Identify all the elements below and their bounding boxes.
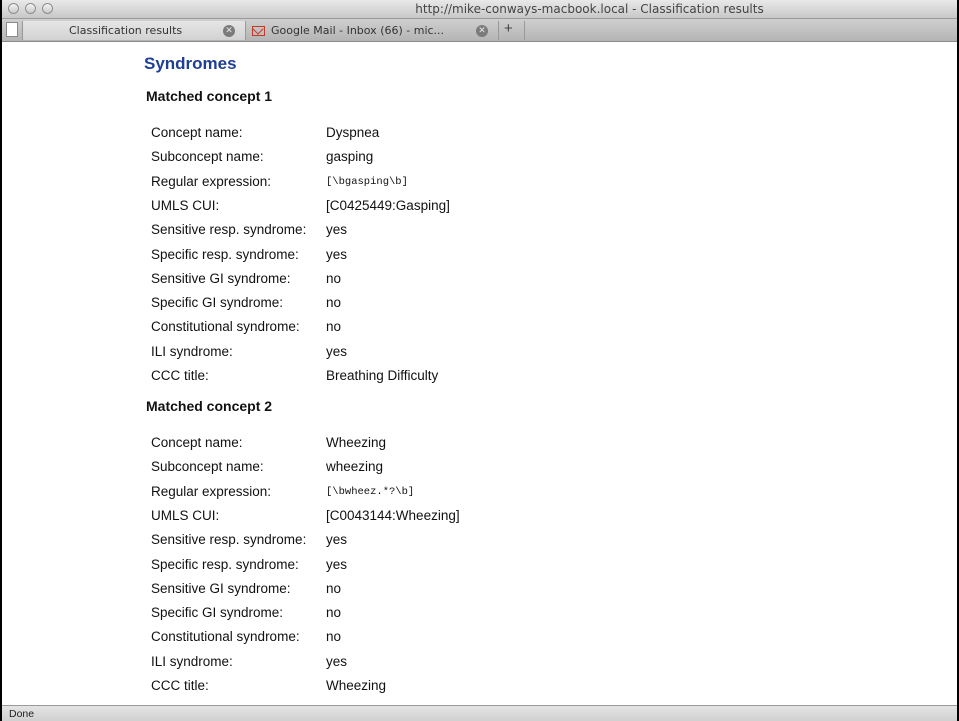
field-value: [\bgasping\b] [326, 175, 408, 188]
field-value: Wheezing [326, 435, 387, 450]
concept-title: Matched concept 2 [146, 398, 273, 414]
page-content: Syndromes Matched concept 1 Concept name:… [2, 42, 957, 705]
browser-window: http://mike-conways-macbook.local - Clas… [2, 0, 957, 721]
field-value: yes [326, 556, 348, 572]
field-label: Sensitive resp. syndrome: [151, 532, 307, 548]
field-label: Subconcept name: [151, 459, 264, 475]
field-label: Sensitive GI syndrome: [151, 580, 291, 596]
field-value: [\bwheez.*?\b] [326, 485, 415, 498]
page-icon [6, 22, 18, 37]
field-value: no [326, 580, 342, 596]
field-value: no [326, 605, 342, 621]
window-title: http://mike-conways-macbook.local - Clas… [415, 2, 764, 16]
field-label: UMLS CUI: [151, 197, 220, 213]
field-value: yes [326, 343, 348, 359]
field-label: CCC title: [151, 368, 209, 383]
tab-divider [498, 21, 499, 40]
field-label: Subconcept name: [151, 149, 264, 165]
field-value: yes [326, 532, 348, 548]
tab-google-mail[interactable]: Google Mail - Inbox (66) - mic... ✕ [246, 21, 498, 40]
field-label: Constitutional syndrome: [151, 629, 300, 645]
field-label: UMLS CUI: [151, 507, 220, 523]
gmail-icon [252, 25, 265, 36]
tab-bar: Classification results ✕ Google Mail - I… [2, 19, 957, 42]
field-label: Regular expression: [151, 173, 272, 189]
field-label: Sensitive GI syndrome: [151, 270, 291, 286]
field-label: Specific resp. syndrome: [151, 246, 299, 262]
field-value: yes [326, 653, 348, 669]
field-value: no [326, 629, 342, 645]
field-value: no [326, 319, 342, 335]
status-bar: Done [2, 705, 957, 721]
field-label: Regular expression: [151, 483, 272, 499]
field-value: wheezing [326, 459, 384, 475]
field-value: [C0425449:Gasping] [326, 197, 450, 213]
tab-classification-results[interactable]: Classification results ✕ [22, 21, 246, 40]
field-label: ILI syndrome: [151, 653, 233, 669]
field-value: Breathing Difficulty [326, 368, 439, 383]
tab-label: Google Mail - Inbox (66) - mic... [271, 24, 445, 37]
page-heading: Syndromes [144, 54, 237, 73]
status-text: Done [9, 708, 35, 720]
field-value: gasping [326, 149, 374, 165]
tab-label: Classification results [69, 24, 183, 37]
field-value: no [326, 270, 342, 286]
concept-title: Matched concept 1 [146, 88, 273, 104]
close-tab-icon[interactable]: ✕ [476, 24, 488, 37]
field-value: [C0043144:Wheezing] [326, 507, 460, 523]
field-label: Concept name: [151, 435, 243, 450]
field-value: yes [326, 246, 348, 262]
field-label: Concept name: [151, 125, 243, 140]
field-value: Wheezing [326, 678, 387, 693]
field-label: ILI syndrome: [151, 343, 233, 359]
field-value: Dyspnea [326, 125, 380, 140]
close-tab-icon[interactable]: ✕ [223, 24, 235, 37]
title-bar: http://mike-conways-macbook.local - Clas… [2, 0, 957, 19]
field-label: Specific resp. syndrome: [151, 556, 299, 572]
new-tab-button[interactable]: + [504, 20, 513, 37]
field-label: Sensitive resp. syndrome: [151, 222, 307, 238]
field-label: Specific GI syndrome: [151, 605, 284, 621]
field-label: CCC title: [151, 678, 209, 693]
field-label: Specific GI syndrome: [151, 295, 284, 311]
tab-divider [524, 21, 525, 40]
field-label: Constitutional syndrome: [151, 319, 300, 335]
field-value: yes [326, 222, 348, 238]
field-value: no [326, 295, 342, 311]
